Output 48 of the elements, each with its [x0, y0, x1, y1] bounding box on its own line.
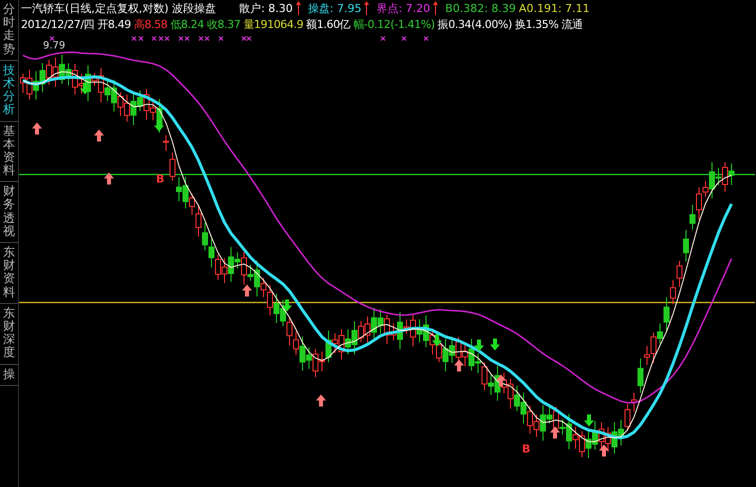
up-arrow-icon [496, 374, 506, 386]
quote-value: 换1.35% [514, 16, 558, 32]
chart-title: 一汽轿车(日线,定点复权,对数) 波段操盘 [21, 0, 216, 16]
quote-value: 振0.34(4.00%) [438, 16, 512, 32]
sidebar-tab[interactable]: 基本资料 [0, 122, 18, 182]
sidebar-tab[interactable]: 东财资料 [0, 243, 18, 304]
cross-marker-icon [401, 36, 407, 42]
cross-marker-icon [380, 36, 386, 42]
down-arrow-icon [154, 120, 164, 132]
up-arrow-icon [104, 172, 114, 184]
signal-letter: B [156, 172, 164, 186]
signal-letter: B [522, 442, 530, 456]
down-arrow-icon [432, 334, 442, 346]
cross-marker-icon [423, 36, 429, 42]
up-arrow-icon [454, 360, 464, 372]
down-arrow-icon [474, 340, 484, 352]
quote-value: 幅-0.12(-1.41%) [353, 16, 435, 32]
quote-value: 量191064.9 [243, 16, 304, 32]
down-arrow-icon [490, 338, 500, 350]
quote-value: 流通 [561, 16, 583, 32]
indicator-value: A0.191: 7.11 [518, 2, 590, 14]
quote-value: 额1.60亿 [306, 16, 350, 32]
cross-marker-icon [218, 36, 224, 42]
indicator-value: 散户: 8.30 [239, 0, 293, 16]
sidebar-tab[interactable]: 技术分析 [0, 60, 18, 122]
sidebar-tab[interactable]: 操 [0, 364, 18, 386]
up-arrow-icon [242, 284, 252, 296]
quote-value: 开8.49 [97, 16, 131, 32]
quote-value: 2012/12/27/四 [21, 16, 94, 32]
down-arrow-icon [80, 82, 90, 94]
up-arrow-icon [94, 130, 104, 142]
up-arrow-icon [550, 426, 560, 438]
sidebar-tab[interactable]: 东财深度 [0, 304, 18, 364]
down-arrow-icon [282, 300, 292, 312]
indicator-value: 界点: 7.20 [376, 0, 430, 16]
up-arrow-icon [32, 122, 42, 134]
sidebar-tab[interactable]: 财务透视 [0, 182, 18, 243]
peak-price-label: 9.79 [43, 40, 66, 52]
up-arrow-icon [316, 394, 326, 406]
quote-value: 高8.58 [134, 16, 168, 32]
indicator-value: 操盘: 7.95 [308, 0, 362, 16]
quote-value: 低8.24 [170, 16, 204, 32]
up-arrow-icon [599, 444, 609, 456]
sidebar-tab[interactable]: 分时走势 [0, 0, 18, 61]
indicator-value: B0.382: 8.39 [445, 2, 516, 14]
cross-marker-icon [49, 36, 55, 42]
quote-value: 收8.37 [206, 16, 240, 32]
down-arrow-icon [584, 414, 594, 426]
